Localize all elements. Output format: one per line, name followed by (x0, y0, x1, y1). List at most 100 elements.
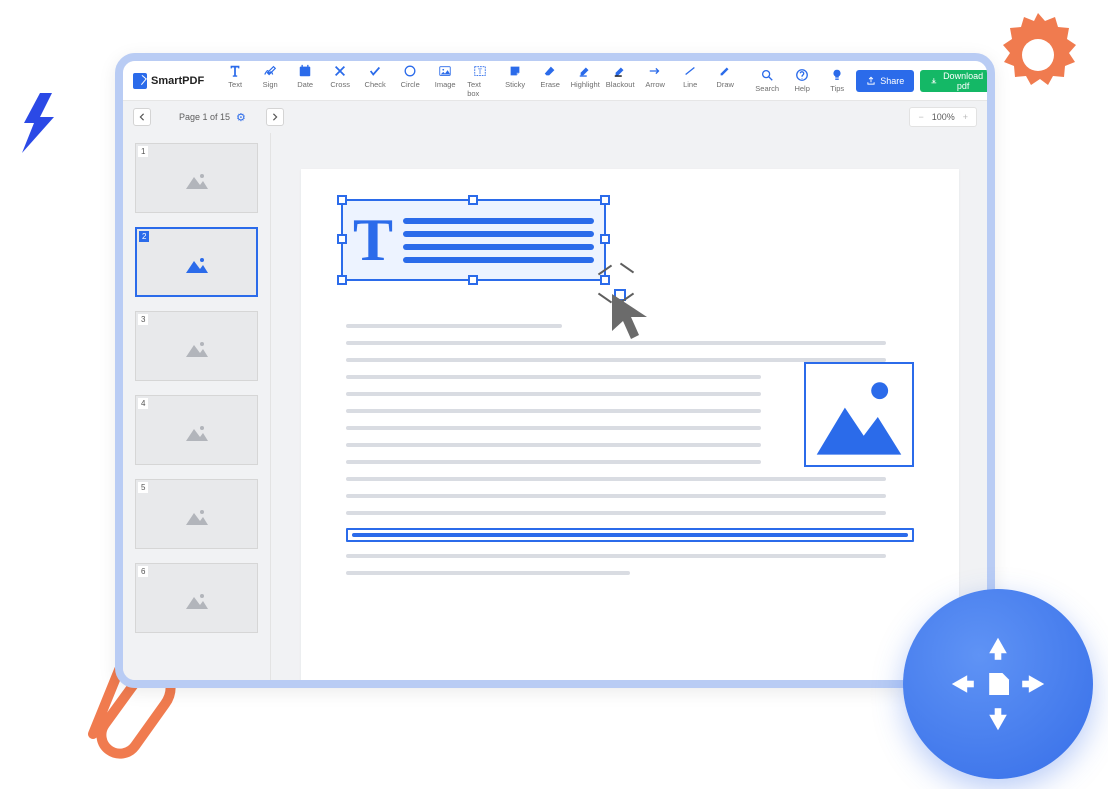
inline-image-frame[interactable] (804, 362, 914, 467)
decor-bolt-icon (18, 93, 58, 153)
svg-text:T: T (478, 67, 483, 75)
image-icon (438, 64, 452, 78)
decor-gear-icon (988, 5, 1088, 105)
page-thumbnails: 1 2 3 4 5 6 (123, 133, 271, 680)
brand-name: SmartPDF (151, 75, 204, 87)
resize-handle-tr[interactable] (600, 195, 610, 205)
tool-textbox[interactable]: T Text box (467, 64, 493, 98)
tool-text[interactable]: Text (222, 64, 248, 98)
textbox-lines (403, 218, 594, 263)
canvas-area: T (271, 133, 987, 680)
app-window: SmartPDF Text Sign Date Cross Check (115, 53, 995, 688)
upload-icon (866, 76, 876, 86)
tool-date[interactable]: Date (292, 64, 318, 98)
next-page-button[interactable] (266, 108, 284, 126)
tool-help[interactable]: Help (789, 68, 815, 93)
tool-sticky[interactable]: Sticky (502, 64, 528, 98)
resize-handle-mr[interactable] (600, 234, 610, 244)
resize-handle-bl[interactable] (337, 275, 347, 285)
resize-handle-br[interactable] (600, 275, 610, 285)
mouse-cursor-icon (609, 291, 655, 346)
thumbnail-page-3[interactable]: 3 (135, 311, 258, 381)
download-icon (930, 76, 938, 86)
tool-blackout[interactable]: Blackout (607, 64, 633, 98)
thumbnail-page-2[interactable]: 2 (135, 227, 258, 297)
zoom-out-button[interactable]: − (918, 112, 923, 122)
resize-handle-tl[interactable] (337, 195, 347, 205)
text-icon (228, 64, 242, 78)
share-button[interactable]: Share (856, 70, 914, 92)
page-indicator: Page 1 of 15 ⚙ (179, 111, 246, 124)
calendar-icon (298, 64, 312, 78)
thumb-number: 2 (139, 231, 149, 242)
circle-icon (403, 64, 417, 78)
tool-search[interactable]: Search (754, 68, 780, 93)
tool-highlight[interactable]: Highlight (572, 64, 598, 98)
brand-logo-icon (133, 73, 147, 89)
brand: SmartPDF (133, 73, 204, 89)
check-icon (368, 64, 382, 78)
help-tools-group: Search Help Tips (754, 68, 850, 93)
chevron-left-icon (138, 113, 146, 121)
tool-sign[interactable]: Sign (257, 64, 283, 98)
placeholder-image-icon (184, 591, 210, 611)
tool-circle[interactable]: Circle (397, 64, 423, 98)
sign-icon (263, 64, 277, 78)
thumb-number: 5 (138, 482, 148, 493)
zoom-control: − 100% + (909, 107, 977, 127)
thumb-number: 4 (138, 398, 148, 409)
thumbnail-page-5[interactable]: 5 (135, 479, 258, 549)
tool-line[interactable]: Line (677, 64, 703, 98)
mountain-image-icon (812, 370, 906, 459)
blackout-icon (613, 64, 627, 78)
highlighted-line[interactable] (346, 528, 914, 542)
line-icon (683, 64, 697, 78)
tool-tips[interactable]: Tips (824, 68, 850, 93)
tool-erase[interactable]: Erase (537, 64, 563, 98)
placeholder-image-icon (184, 507, 210, 527)
textbox-glyph: T (353, 213, 393, 267)
draw-icon (718, 64, 732, 78)
document-page[interactable]: T (301, 169, 959, 680)
cross-icon (333, 64, 347, 78)
thumb-number: 6 (138, 566, 148, 577)
zoom-label: 100% (932, 112, 955, 122)
thumbnail-page-6[interactable]: 6 (135, 563, 258, 633)
chevron-right-icon (271, 113, 279, 121)
resize-handle-ml[interactable] (337, 234, 347, 244)
click-spark-icon (620, 263, 634, 274)
placeholder-image-icon (184, 423, 210, 443)
tools-group: Text Sign Date Cross Check Circle (222, 64, 738, 98)
erase-icon (543, 64, 557, 78)
tool-draw[interactable]: Draw (712, 64, 738, 98)
thumb-number: 3 (138, 314, 148, 325)
topbar: SmartPDF Text Sign Date Cross Check (123, 61, 987, 101)
gear-icon[interactable]: ⚙ (236, 111, 246, 124)
search-icon (760, 68, 774, 82)
tool-cross[interactable]: Cross (327, 64, 353, 98)
download-button[interactable]: Download pdf (920, 70, 994, 92)
tool-image[interactable]: Image (432, 64, 458, 98)
prev-page-button[interactable] (133, 108, 151, 126)
placeholder-image-icon (184, 255, 210, 275)
subbar: Page 1 of 15 ⚙ − 100% + (123, 101, 987, 133)
thumbnail-page-1[interactable]: 1 (135, 143, 258, 213)
placeholder-image-icon (184, 171, 210, 191)
resize-handle-tm[interactable] (468, 195, 478, 205)
arrow-icon (648, 64, 662, 78)
resize-handle-bm[interactable] (468, 275, 478, 285)
tips-icon (830, 68, 844, 82)
help-icon (795, 68, 809, 82)
thumb-number: 1 (138, 146, 148, 157)
textbox-icon: T (473, 64, 487, 78)
sticky-icon (508, 64, 522, 78)
zoom-in-button[interactable]: + (963, 112, 968, 122)
floating-compress-button[interactable] (903, 589, 1093, 779)
placeholder-image-icon (184, 339, 210, 359)
thumbnail-page-4[interactable]: 4 (135, 395, 258, 465)
main-area: 1 2 3 4 5 6 (123, 133, 987, 680)
highlight-icon (578, 64, 592, 78)
tool-check[interactable]: Check (362, 64, 388, 98)
tool-arrow[interactable]: Arrow (642, 64, 668, 98)
selected-textbox[interactable]: T (341, 199, 606, 281)
